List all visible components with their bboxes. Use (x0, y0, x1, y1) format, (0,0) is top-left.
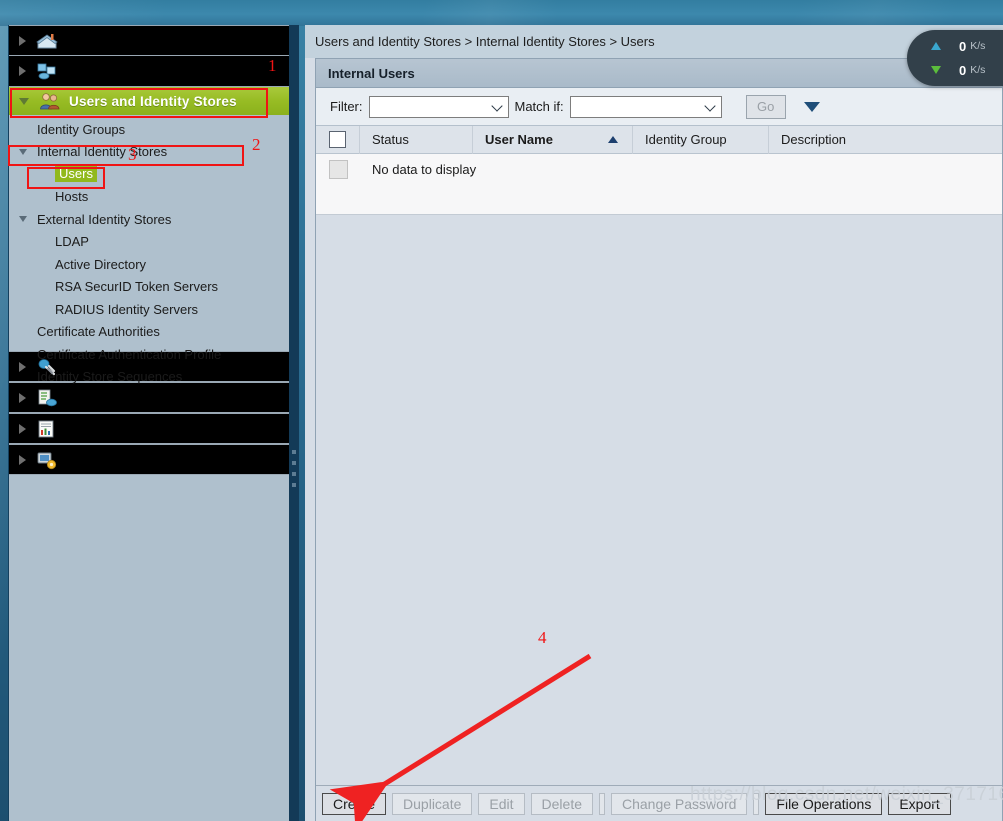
sidebar-item-label: Active Directory (55, 256, 147, 272)
system-administration-icon (36, 450, 58, 470)
button-edit[interactable]: Edit (478, 792, 525, 815)
nav-row-monitoring-reports[interactable] (9, 413, 298, 444)
watermark-text: https://blog.csdn.net/weixin_37171673 (690, 784, 1003, 805)
button-delete[interactable]: Delete (530, 792, 593, 815)
column-header-identity-group[interactable]: Identity Group (633, 125, 769, 154)
filter-label: Filter: (330, 99, 363, 114)
nav-row-home[interactable] (9, 25, 298, 56)
sidebar-item-label: Identity Groups (37, 121, 126, 137)
match-if-label: Match if: (514, 99, 564, 114)
sidebar-item-label: RADIUS Identity Servers (55, 301, 199, 317)
filter-toolbar: Filter: Match if: Go (316, 88, 1002, 126)
nav-row-system-administration[interactable] (9, 444, 298, 475)
column-header-label: Status (372, 132, 409, 147)
upload-speed-row: 0 K/s (931, 34, 1003, 58)
column-header-label: Description (781, 132, 847, 147)
sidebar-item-rsa-securid-token-servers[interactable]: RSA SecurID Token Servers (9, 276, 298, 299)
sidebar-item-label: Certificate Authentication Profile (37, 346, 222, 362)
panel-splitter[interactable] (289, 25, 299, 821)
expander-right-icon[interactable] (19, 392, 26, 403)
select-all-checkbox[interactable] (329, 131, 346, 148)
arrow-down-icon (931, 66, 941, 74)
annotation-number-2: 2 (252, 135, 261, 154)
sidebar-item-label: Certificate Authorities (37, 324, 160, 340)
go-button[interactable]: Go (745, 94, 786, 119)
sidebar-item-certificate-authorities[interactable]: Certificate Authorities (9, 321, 298, 344)
sidebar-item-label: RSA SecurID Token Servers (55, 279, 219, 295)
network-speed-widget[interactable]: 0 K/s 0 K/s (907, 30, 1003, 86)
internal-users-panel: Internal Users Showing 0-0 o Filter: Mat… (315, 58, 1003, 821)
sidebar-item-external-identity-stores[interactable]: External Identity Stores (9, 208, 298, 231)
sidebar-item-radius-identity-servers[interactable]: RADIUS Identity Servers (9, 298, 298, 321)
chevron-down-icon (705, 104, 716, 110)
policy-elements-icon (36, 357, 58, 377)
main-content-area: Users and Identity Stores > Internal Ide… (305, 25, 1003, 821)
expander-right-icon[interactable] (19, 66, 26, 76)
access-policies-icon (36, 388, 58, 408)
annotation-number-4: 4 (538, 628, 547, 647)
expander-right-icon[interactable] (19, 35, 26, 46)
download-speed-value: 0 (959, 62, 967, 78)
row-checkbox-placeholder (316, 160, 360, 179)
sidebar-item-active-directory[interactable]: Active Directory (9, 253, 298, 276)
panel-header: Internal Users Showing 0-0 o (316, 59, 1002, 88)
annotation-number-1: 1 (268, 56, 277, 75)
network-resources-icon (36, 61, 58, 81)
empty-state-message: No data to display (372, 162, 477, 177)
download-speed-row: 0 K/s (931, 58, 1003, 82)
download-speed-unit: K/s (970, 64, 986, 76)
upload-speed-value: 0 (959, 38, 967, 54)
page-title: Internal Users (328, 65, 415, 81)
sidebar-item-label: External Identity Stores (37, 211, 172, 227)
expander-right-icon[interactable] (19, 454, 26, 465)
filter-options-chevron-icon[interactable] (803, 101, 820, 112)
sidebar-item-label: LDAP (55, 234, 89, 250)
annotation-number-3: 3 (128, 145, 137, 164)
sort-ascending-icon (608, 136, 618, 143)
annotation-box-internal-stores (8, 145, 244, 166)
expander-right-icon[interactable] (19, 423, 26, 434)
column-header-label: Identity Group (645, 132, 727, 147)
sidebar-item-label: Hosts (55, 189, 89, 205)
monitoring-reports-icon (36, 419, 58, 439)
sidebar-empty-area (9, 475, 298, 821)
expander-down-icon[interactable] (19, 216, 27, 223)
column-header-status[interactable]: Status (360, 125, 473, 154)
chevron-down-icon (492, 104, 503, 110)
column-header-description[interactable]: Description (769, 126, 1002, 154)
splitter-grip-icon[interactable] (292, 450, 296, 492)
filter-select[interactable] (368, 95, 509, 118)
breadcrumb-text: Users and Identity Stores > Internal Ide… (315, 34, 655, 49)
nav-row-network-resources[interactable] (9, 56, 298, 87)
sidebar-item-label: Identity Store Sequences (37, 369, 183, 385)
annotation-box-group (10, 88, 268, 118)
breadcrumb: Users and Identity Stores > Internal Ide… (305, 25, 1003, 58)
match-if-select[interactable] (569, 95, 722, 118)
column-header-label: User Name (485, 132, 553, 147)
upload-speed-unit: K/s (970, 40, 986, 52)
button-separator (599, 792, 605, 815)
table-row-empty: No data to display (316, 154, 1002, 185)
home-icon (36, 31, 58, 51)
select-all-header-cell[interactable] (316, 125, 360, 154)
button-create[interactable]: Create (322, 792, 387, 815)
arrow-up-icon (931, 42, 941, 50)
annotation-box-users (27, 167, 105, 189)
table-header-row: Status User Name Identity Group Descript… (316, 125, 1002, 154)
table-body (316, 214, 1002, 785)
sidebar-item-ldap[interactable]: LDAP (9, 231, 298, 254)
button-duplicate[interactable]: Duplicate (392, 792, 473, 815)
column-header-username[interactable]: User Name (473, 125, 633, 154)
